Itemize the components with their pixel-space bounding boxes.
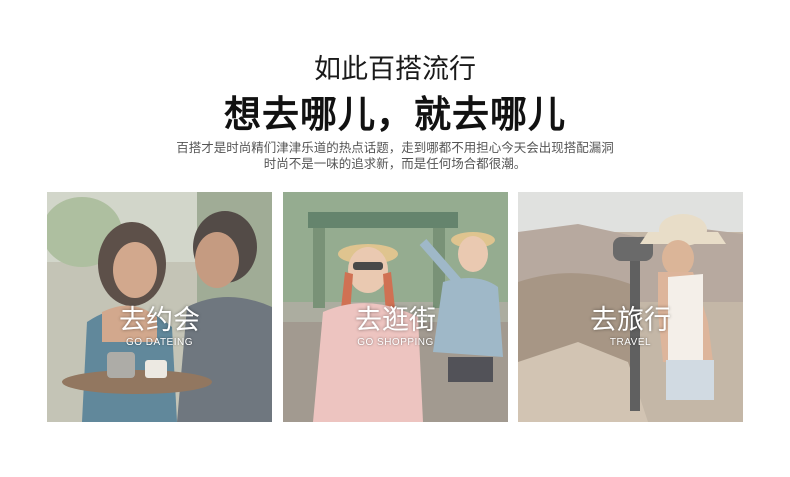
card-shopping[interactable]: 去逛街 GO SHOPPING (283, 192, 508, 422)
section-description: 百搭才是时尚精们津津乐道的热点话题，走到哪都不用担心今天会出现搭配漏洞 时尚不是… (0, 140, 790, 172)
section-title: 如此百搭流行 (314, 54, 476, 85)
card-dating[interactable]: 去约会 GO DATEING (47, 192, 272, 422)
card-label: 去逛街 (355, 305, 436, 336)
card-travel[interactable]: 去旅行 TRAVEL (518, 192, 743, 422)
card-sublabel: GO SHOPPING (357, 337, 434, 348)
card-sublabel: GO DATEING (125, 337, 194, 348)
card-label: 去旅行 (590, 305, 671, 336)
section-headline: 想去哪儿，就去哪儿 (224, 92, 566, 136)
card-sublabel: TRAVEL (609, 337, 652, 348)
description-line-1: 百搭才是时尚精们津津乐道的热点话题，走到哪都不用担心今天会出现搭配漏洞 (176, 140, 614, 155)
card-label: 去约会 (119, 305, 200, 336)
description-line-2: 时尚不是一味的追求新，而是任何场合都很潮。 (263, 156, 527, 171)
